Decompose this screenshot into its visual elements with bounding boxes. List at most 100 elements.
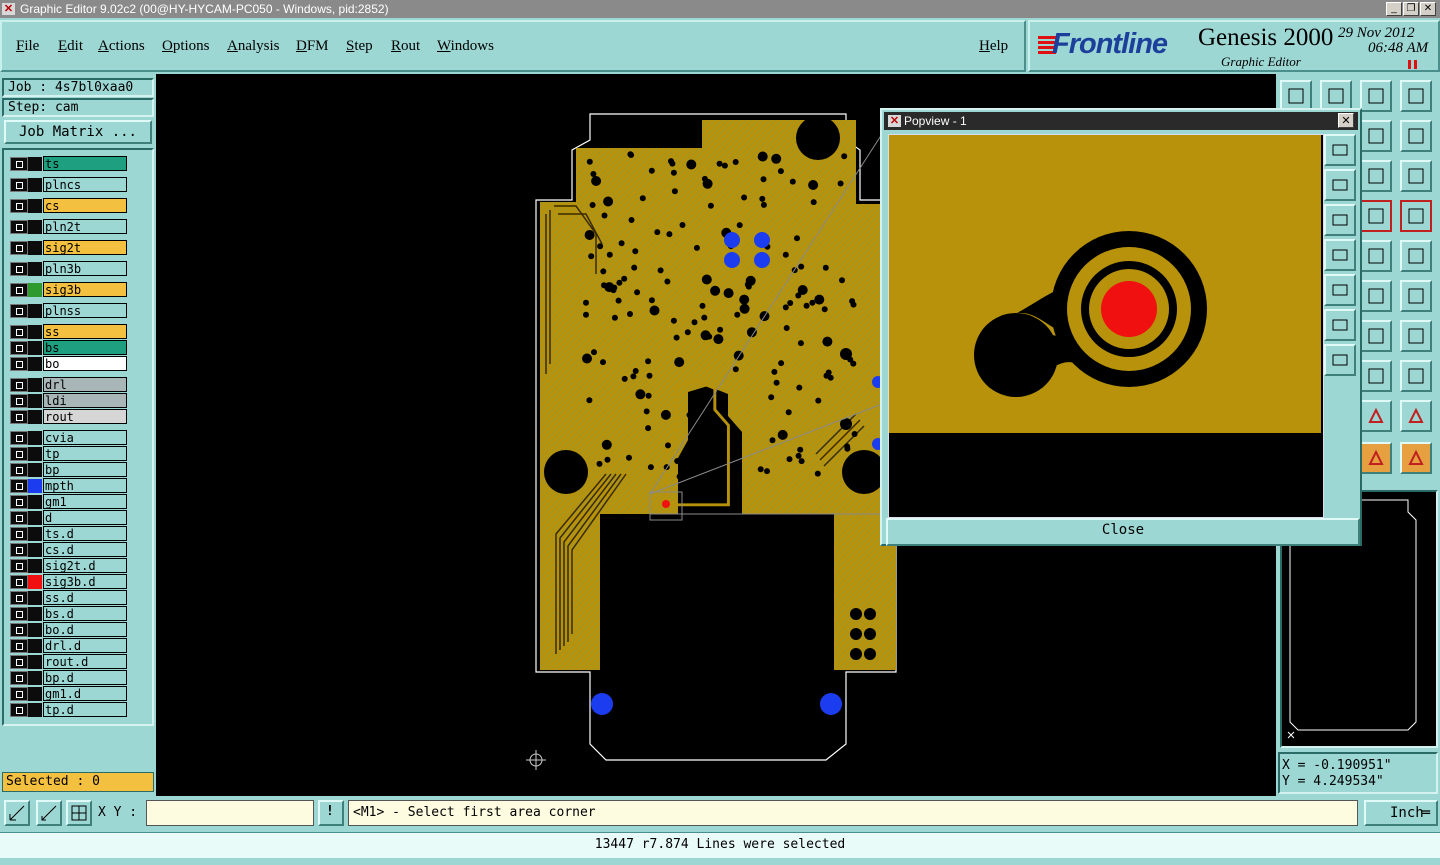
menu-actions[interactable]: Actions (98, 38, 145, 55)
cross-icon[interactable] (1360, 360, 1392, 392)
layer-name[interactable]: drl (43, 377, 127, 392)
layer-checkbox[interactable] (10, 410, 28, 424)
layer-checkbox[interactable] (10, 703, 28, 717)
layer-checkbox[interactable] (10, 495, 28, 509)
layer-checkbox[interactable] (10, 341, 28, 355)
layer-checkbox[interactable] (10, 357, 28, 371)
menu-edit[interactable]: Edit (58, 38, 83, 55)
menu-step[interactable]: Step (346, 38, 373, 55)
layer-checkbox[interactable] (10, 241, 28, 255)
layer-checkbox[interactable] (10, 607, 28, 621)
layer-checkbox[interactable] (10, 639, 28, 653)
layer-checkbox[interactable] (10, 463, 28, 477)
layer-name[interactable]: cs (43, 198, 127, 213)
snap-icon[interactable] (1400, 280, 1432, 312)
layer-checkbox[interactable] (10, 655, 28, 669)
popview-close-icon[interactable]: ✕ (1338, 113, 1354, 128)
layer-name[interactable]: rout (43, 409, 127, 424)
house-icon[interactable] (1360, 80, 1392, 112)
layer-checkbox[interactable] (10, 431, 28, 445)
pause-icon[interactable] (1408, 60, 1418, 69)
close-icon[interactable]: ✕ (1420, 2, 1436, 16)
snap-icon[interactable] (1400, 442, 1432, 474)
layer-name[interactable]: pln3b (43, 261, 127, 276)
job-matrix-button[interactable]: Job Matrix ... (4, 120, 152, 144)
layer-name[interactable]: bo (43, 356, 127, 371)
menu-analysis[interactable]: Analysis (227, 38, 280, 55)
layer-name[interactable]: bs.d (43, 606, 127, 621)
popview-canvas[interactable] (888, 134, 1324, 518)
layer-name[interactable]: rout.d (43, 654, 127, 669)
layer-name[interactable]: tp (43, 446, 127, 461)
layer-name[interactable]: drl.d (43, 638, 127, 653)
layer-name[interactable]: ss (43, 324, 127, 339)
layer-checkbox[interactable] (10, 199, 28, 213)
layer-checkbox[interactable] (10, 178, 28, 192)
layer-name[interactable]: d (43, 510, 127, 525)
zoom-area-icon[interactable] (4, 800, 30, 826)
layer-name[interactable]: plnss (43, 303, 127, 318)
layer-checkbox[interactable] (10, 575, 28, 589)
pan-left-icon[interactable] (1324, 239, 1356, 271)
menu-options[interactable]: Options (162, 38, 210, 55)
layer-name[interactable]: gm1.d (43, 686, 127, 701)
xy-input[interactable] (146, 800, 314, 826)
layer-checkbox[interactable] (10, 527, 28, 541)
unit-select[interactable]: Inch ═ (1364, 800, 1438, 826)
cross-icon[interactable] (1360, 120, 1392, 152)
layer-name[interactable]: mpth (43, 478, 127, 493)
layer-checkbox[interactable] (10, 623, 28, 637)
layer-checkbox[interactable] (10, 325, 28, 339)
triangle-icon[interactable] (1360, 400, 1392, 432)
house-icon[interactable] (1360, 320, 1392, 352)
layer-name[interactable]: sig2t.d (43, 558, 127, 573)
layer-name[interactable]: plncs (43, 177, 127, 192)
layer-name[interactable]: cs.d (43, 542, 127, 557)
select-icon[interactable] (1360, 442, 1392, 474)
layer-name[interactable]: bo.d (43, 622, 127, 637)
layer-name[interactable]: bs (43, 340, 127, 355)
layer-name[interactable]: sig2t (43, 240, 127, 255)
maximize-icon[interactable]: ❐ (1403, 2, 1419, 16)
line-icon[interactable] (1360, 200, 1392, 232)
menu-file[interactable]: File (16, 38, 39, 55)
layer-name[interactable]: ldi (43, 393, 127, 408)
menu-windows[interactable]: Windows (437, 38, 494, 55)
layer-checkbox[interactable] (10, 479, 28, 493)
center-icon[interactable] (1324, 344, 1356, 376)
layer-name[interactable]: ss.d (43, 590, 127, 605)
layer-checkbox[interactable] (10, 220, 28, 234)
zoom-in-icon[interactable] (1324, 169, 1356, 201)
split-icon[interactable] (1400, 80, 1432, 112)
layer-name[interactable]: ts (43, 156, 127, 171)
pan-right-icon[interactable] (1324, 274, 1356, 306)
layer-checkbox[interactable] (10, 394, 28, 408)
split-icon[interactable] (1400, 320, 1432, 352)
line-icon[interactable] (1400, 200, 1432, 232)
minimize-icon[interactable]: _ (1386, 2, 1402, 16)
alert-icon[interactable]: ! (318, 800, 344, 826)
layer-checkbox[interactable] (10, 304, 28, 318)
net-icon[interactable] (1400, 160, 1432, 192)
popview-close-button[interactable]: Close (886, 518, 1360, 546)
layer-checkbox[interactable] (10, 511, 28, 525)
layer-checkbox[interactable] (10, 559, 28, 573)
select-icon[interactable] (1360, 280, 1392, 312)
zoom-out-icon[interactable] (1324, 204, 1356, 236)
ruler-icon[interactable] (1400, 120, 1432, 152)
layer-checkbox[interactable] (10, 671, 28, 685)
measure-icon[interactable] (36, 800, 62, 826)
layer-name[interactable]: gm1 (43, 494, 127, 509)
layer-name[interactable]: cvia (43, 430, 127, 445)
net-icon[interactable] (1360, 160, 1392, 192)
zoom-icon[interactable] (1360, 240, 1392, 272)
layer-name[interactable]: tp.d (43, 702, 127, 717)
menu-dfm[interactable]: DFM (296, 38, 329, 55)
fit-all-icon[interactable] (1324, 309, 1356, 341)
layer-name[interactable]: ts.d (43, 526, 127, 541)
layer-name[interactable]: bp (43, 462, 127, 477)
layer-checkbox[interactable] (10, 378, 28, 392)
layer-name[interactable]: pln2t (43, 219, 127, 234)
menu-help[interactable]: Help (979, 38, 1008, 55)
ruler-icon[interactable] (1400, 360, 1432, 392)
